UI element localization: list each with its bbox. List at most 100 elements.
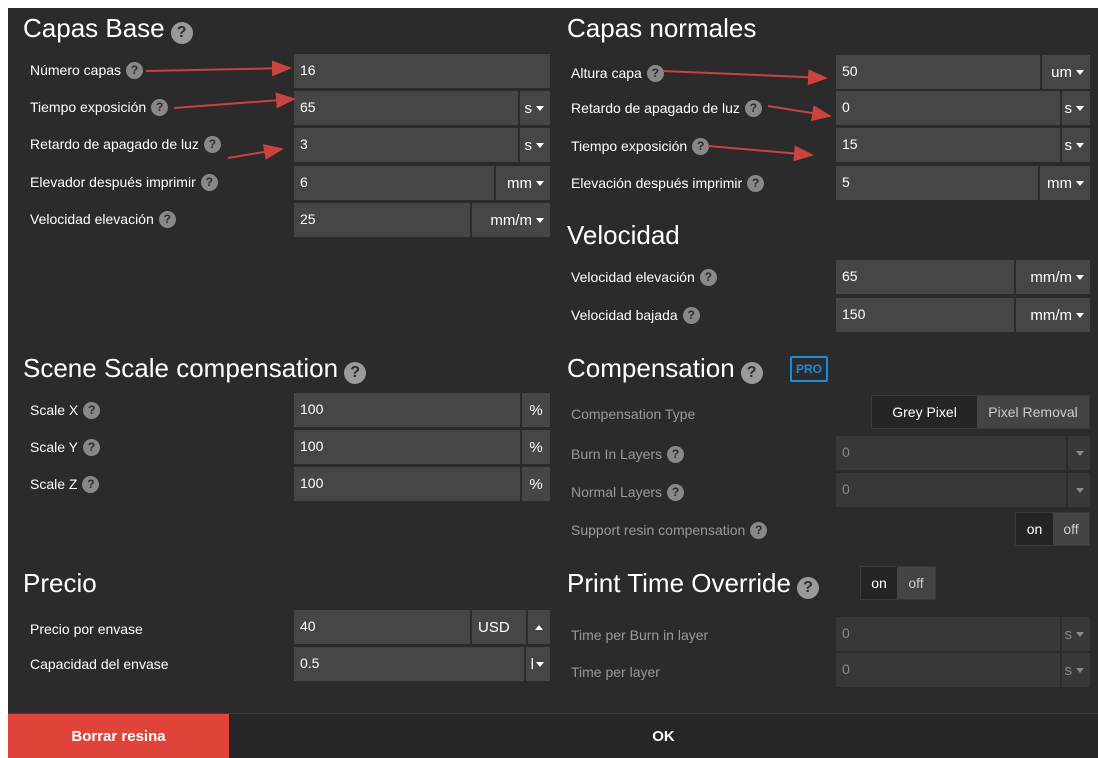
- toggle-on[interactable]: on: [1016, 513, 1053, 545]
- input-normal-exposure-time[interactable]: 15 s: [836, 128, 1090, 162]
- input-value: 100: [300, 475, 324, 491]
- input-normal-lift-after-print[interactable]: 5 mm: [836, 166, 1090, 200]
- input-time-per-layer[interactable]: 0s: [836, 653, 1090, 687]
- input-price-per-bottle[interactable]: 40 USD: [294, 610, 550, 644]
- input-value: 5: [842, 174, 850, 190]
- input-burn-in-layers[interactable]: 0: [836, 436, 1090, 470]
- help-icon[interactable]: ?: [151, 98, 169, 116]
- input-scale-z[interactable]: 100%: [294, 467, 550, 501]
- help-icon[interactable]: ?: [203, 135, 221, 153]
- input-base-lift-after-print[interactable]: 6 mm: [294, 166, 550, 200]
- input-base-layer-count[interactable]: 16: [294, 54, 550, 88]
- option-pixel-removal[interactable]: Pixel Removal: [977, 396, 1089, 428]
- toggle-off[interactable]: off: [897, 567, 935, 599]
- support-resin-toggle[interactable]: on off: [1015, 512, 1090, 546]
- label-text: Scale Y: [30, 439, 78, 455]
- help-icon[interactable]: ?: [692, 137, 710, 155]
- help-icon[interactable]: ?: [83, 401, 101, 419]
- ok-button[interactable]: OK: [229, 714, 1098, 758]
- annotation-arrow: [145, 60, 292, 77]
- input-value: 150: [842, 306, 866, 322]
- label-text: Support resin compensation: [571, 522, 746, 538]
- input-normal-layers[interactable]: 0: [836, 473, 1090, 507]
- help-icon[interactable]: ?: [646, 64, 664, 82]
- input-speed-lift[interactable]: 65 mm/m: [836, 260, 1090, 294]
- input-base-exposure-time[interactable]: 65 s: [294, 91, 550, 125]
- input-normal-light-off-delay[interactable]: 0s: [836, 91, 1090, 125]
- label-text: Tiempo exposición: [571, 138, 688, 154]
- scale-title-text: Scene Scale compensation: [23, 353, 339, 383]
- help-icon[interactable]: ?: [126, 61, 144, 79]
- input-layer-height[interactable]: 50 um: [836, 55, 1090, 89]
- unit-dropdown[interactable]: s: [1060, 653, 1090, 687]
- input-speed-retract[interactable]: 150 mm/m: [836, 298, 1090, 332]
- unit-dropdown[interactable]: mm/m: [470, 203, 550, 237]
- input-value: 0: [842, 625, 850, 641]
- compensation-type-toggle[interactable]: Grey Pixel Pixel Removal: [871, 395, 1090, 429]
- help-icon[interactable]: ?: [796, 577, 819, 599]
- unit-dropdown[interactable]: s: [518, 128, 550, 162]
- input-value: 0: [842, 481, 850, 497]
- help-icon[interactable]: ?: [667, 445, 685, 463]
- print-time-override-toggle[interactable]: on off: [860, 566, 936, 600]
- input-bottle-capacity[interactable]: 0.5 l: [294, 647, 550, 681]
- toggle-on[interactable]: on: [861, 567, 898, 599]
- label-base-layer-count: Número capas?: [30, 60, 144, 80]
- label-text: Número capas: [30, 62, 122, 78]
- section-title-scene-scale: Scene Scale compensation?: [23, 353, 367, 384]
- input-time-per-burn-in-layer[interactable]: 0s: [836, 617, 1090, 651]
- help-icon[interactable]: ?: [699, 268, 717, 286]
- base-title-text: Capas Base: [23, 13, 165, 43]
- label-normal-exposure-time: Tiempo exposición?: [571, 136, 710, 156]
- label-base-lift-speed: Velocidad elevación?: [30, 209, 176, 229]
- toggle-off[interactable]: off: [1052, 513, 1089, 545]
- unit-dropdown[interactable]: mm/m: [1014, 260, 1090, 294]
- unit-dropdown[interactable]: s: [1060, 617, 1090, 651]
- help-icon[interactable]: ?: [682, 306, 700, 324]
- currency-dropdown-toggle[interactable]: [526, 610, 550, 644]
- unit-dropdown[interactable]: mm: [1038, 166, 1090, 200]
- unit-text: s: [1064, 99, 1073, 117]
- label-normal-lift-after-print: Elevación después imprimir?: [571, 173, 765, 193]
- currency-label: USD: [470, 610, 526, 644]
- unit-dropdown[interactable]: s: [1060, 91, 1090, 125]
- unit-dropdown[interactable]: s: [518, 91, 550, 125]
- label-text: Burn In Layers: [571, 446, 663, 462]
- help-icon[interactable]: ?: [158, 210, 176, 228]
- label-scale-x: Scale X?: [30, 400, 101, 420]
- input-base-lift-speed[interactable]: 25 mm/m: [294, 203, 550, 237]
- input-scale-x[interactable]: 100%: [294, 393, 550, 427]
- chevron-down-icon: [536, 661, 544, 667]
- unit-dropdown[interactable]: s: [1060, 128, 1090, 162]
- unit-text: USD: [478, 618, 510, 636]
- input-value: 100: [300, 401, 324, 417]
- label-text: Capacidad del envase: [30, 656, 169, 672]
- unit-dropdown[interactable]: mm: [494, 166, 550, 200]
- help-icon[interactable]: ?: [170, 22, 193, 44]
- dropdown-toggle[interactable]: [1066, 473, 1090, 507]
- help-icon[interactable]: ?: [83, 438, 100, 456]
- help-icon[interactable]: ?: [344, 362, 367, 384]
- help-icon[interactable]: ?: [200, 173, 218, 191]
- help-icon[interactable]: ?: [747, 174, 765, 192]
- unit-dropdown[interactable]: l: [524, 647, 550, 681]
- label-scale-y: Scale Y?: [30, 437, 100, 457]
- option-grey-pixel[interactable]: Grey Pixel: [872, 396, 978, 428]
- unit-text: s: [524, 99, 533, 117]
- input-base-light-off-delay[interactable]: 3s: [294, 128, 550, 162]
- input-value: 0: [842, 444, 850, 460]
- unit-label: %: [520, 467, 550, 501]
- help-icon[interactable]: ?: [82, 475, 100, 493]
- help-icon[interactable]: ?: [667, 483, 685, 501]
- section-title-print-time-override: Print Time Override?: [567, 568, 819, 599]
- label-text: Compensation Type: [571, 406, 696, 422]
- unit-dropdown[interactable]: mm/m: [1014, 298, 1090, 332]
- help-icon[interactable]: ?: [744, 99, 762, 117]
- input-scale-y[interactable]: 100%: [294, 430, 550, 464]
- unit-dropdown[interactable]: um: [1040, 55, 1090, 89]
- chevron-down-icon: [536, 180, 544, 186]
- help-icon[interactable]: ?: [740, 362, 763, 384]
- dropdown-toggle[interactable]: [1066, 436, 1090, 470]
- delete-resin-button[interactable]: Borrar resina: [8, 714, 229, 758]
- help-icon[interactable]: ?: [750, 521, 768, 539]
